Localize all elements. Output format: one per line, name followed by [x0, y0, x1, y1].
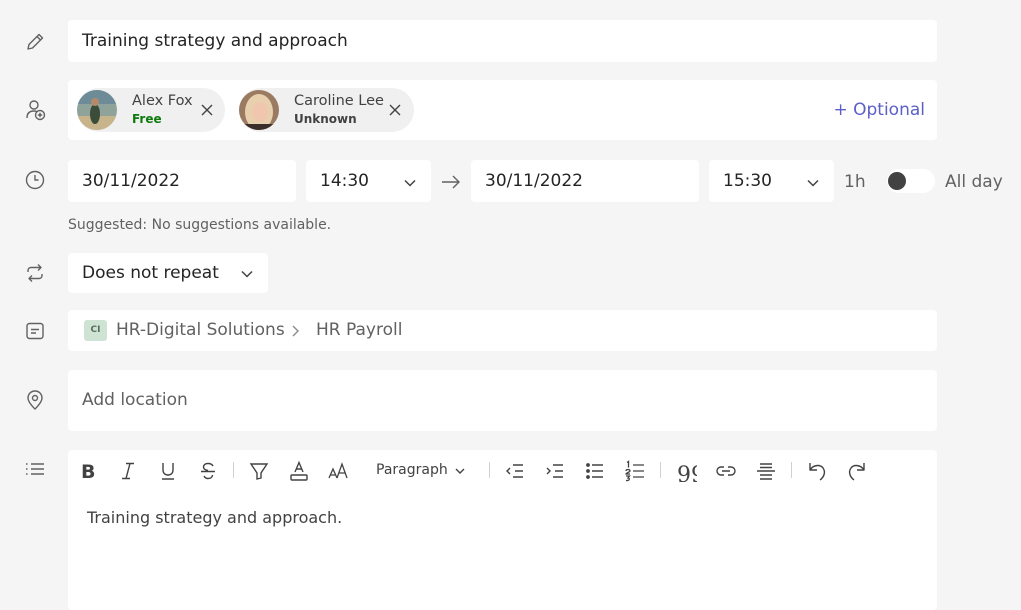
link-icon[interactable] [715, 460, 737, 482]
attendee-chip[interactable]: Alex Fox Free [77, 88, 225, 132]
paragraph-style-select[interactable]: Paragraph [376, 462, 465, 478]
all-day-toggle[interactable] [887, 169, 935, 193]
outdent-icon[interactable] [504, 460, 526, 482]
end-date-input[interactable]: 30/11/2022 [471, 160, 699, 202]
highlight-icon[interactable] [248, 460, 270, 482]
horizontal-rule-icon[interactable] [755, 460, 777, 482]
underline-icon[interactable] [157, 460, 179, 482]
start-date-input[interactable]: 30/11/2022 [68, 160, 296, 202]
location-input[interactable]: Add location [68, 370, 937, 431]
end-time-value: 15:30 [723, 171, 772, 191]
attendee-chip[interactable]: Caroline Lee Unknown [239, 88, 414, 132]
bold-icon[interactable]: B [77, 460, 99, 482]
duration-label: 1h [844, 172, 866, 192]
start-time-select[interactable]: 14:30 [306, 160, 431, 202]
add-person-icon [24, 99, 46, 121]
strikethrough-icon[interactable] [197, 460, 219, 482]
indent-icon[interactable] [544, 460, 566, 482]
repeat-icon [24, 262, 46, 284]
redo-icon[interactable] [846, 460, 868, 482]
attendee-status: Free [132, 112, 162, 126]
svg-text:B: B [81, 461, 95, 482]
toolbar-separator [489, 462, 490, 478]
numbered-list-icon[interactable] [624, 460, 646, 482]
repeat-select[interactable]: Does not repeat [68, 253, 268, 293]
all-day-label: All day [945, 172, 1003, 192]
location-placeholder: Add location [82, 390, 188, 410]
attendee-status: Unknown [294, 112, 357, 126]
team-badge: CI [84, 320, 107, 341]
start-time-value: 14:30 [320, 171, 369, 191]
arrow-right-icon [440, 172, 462, 192]
repeat-value: Does not repeat [82, 263, 219, 283]
channel-icon [24, 320, 46, 342]
svg-text:99: 99 [677, 463, 697, 482]
font-color-icon[interactable] [288, 460, 310, 482]
description-icon [24, 459, 46, 481]
chevron-right-icon [288, 323, 302, 337]
bulleted-list-icon[interactable] [584, 460, 606, 482]
font-size-icon[interactable] [328, 460, 350, 482]
italic-icon[interactable] [117, 460, 139, 482]
end-time-select[interactable]: 15:30 [709, 160, 834, 202]
add-optional-button[interactable]: + Optional [833, 100, 925, 120]
location-icon [24, 389, 46, 411]
attendee-name: Alex Fox [132, 93, 193, 109]
channel-name: HR Payroll [316, 320, 403, 340]
attendees-input[interactable]: Alex Fox Free Caroline Lee Unknown + Opt… [68, 80, 937, 140]
remove-attendee-icon[interactable] [199, 102, 215, 118]
toggle-knob [888, 172, 906, 190]
end-date-value: 30/11/2022 [485, 171, 583, 191]
chevron-down-icon [403, 175, 417, 189]
toolbar-separator [233, 462, 234, 478]
remove-attendee-icon[interactable] [387, 102, 403, 118]
description-text[interactable]: Training strategy and approach. [87, 508, 342, 527]
chevron-down-icon [240, 266, 254, 280]
toolbar-separator [660, 462, 661, 478]
chevron-down-icon [806, 175, 820, 189]
chevron-down-icon [454, 465, 466, 477]
clock-icon [24, 169, 46, 191]
title-input[interactable]: Training strategy and approach [68, 20, 937, 62]
team-name: HR-Digital Solutions [116, 320, 285, 340]
avatar-caroline-lee [239, 90, 279, 130]
attendee-name: Caroline Lee [294, 93, 384, 109]
suggested-text: Suggested: No suggestions available. [68, 217, 332, 233]
paragraph-style-value: Paragraph [376, 462, 448, 478]
avatar-alex-fox [77, 90, 117, 130]
undo-icon[interactable] [806, 460, 828, 482]
toolbar-separator [791, 462, 792, 478]
title-value: Training strategy and approach [82, 31, 348, 51]
start-date-value: 30/11/2022 [82, 171, 180, 191]
channel-select[interactable]: CI HR-Digital Solutions HR Payroll [68, 310, 937, 351]
quote-icon[interactable]: 99 [675, 460, 697, 482]
pencil-icon [24, 31, 46, 53]
